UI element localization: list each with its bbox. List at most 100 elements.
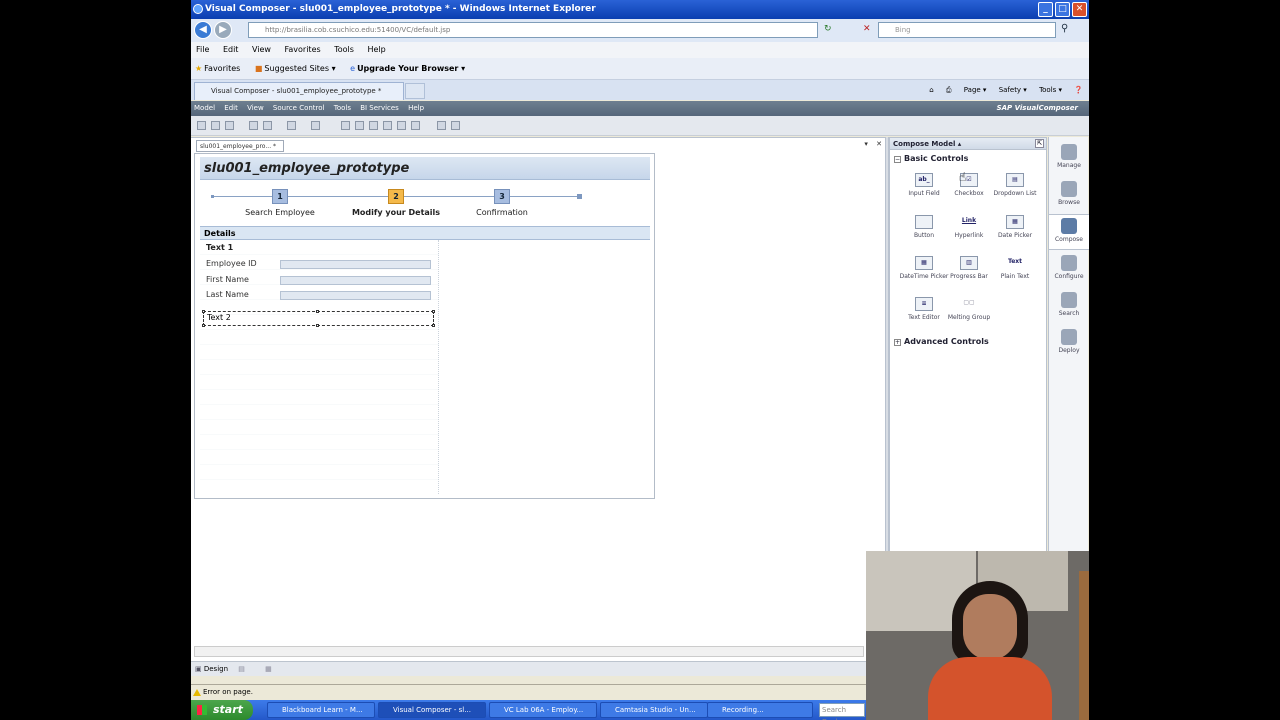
control-progress-bar[interactable]: ▥ Progress Bar: [944, 256, 994, 280]
menu-file[interactable]: File: [196, 45, 209, 54]
start-button[interactable]: start: [191, 700, 253, 720]
layout-tab-icon[interactable]: ▤: [238, 665, 245, 673]
refresh-icon[interactable]: ↻: [824, 24, 832, 34]
menu-help[interactable]: Help: [367, 45, 385, 54]
browser-tab[interactable]: Visual Composer - slu001_employee_protot…: [194, 82, 404, 100]
save-icon[interactable]: [249, 121, 258, 130]
settings-icon[interactable]: [437, 121, 446, 130]
first-name-field[interactable]: [280, 276, 431, 285]
page-menu[interactable]: Page ▾: [964, 86, 987, 94]
control-checkbox[interactable]: ☑ Checkbox: [944, 173, 994, 197]
address-input[interactable]: http://brasilia.cob.csuchico.edu:51400/V…: [248, 22, 818, 38]
control-melting-group[interactable]: ▢▢ Melting Group: [944, 297, 994, 321]
design-canvas[interactable]: slu001_employee_prototype 1 Search Emplo…: [194, 153, 655, 499]
menu-tools[interactable]: Tools: [334, 45, 354, 54]
sidebar-item-browse[interactable]: Browse: [1049, 178, 1089, 212]
save-all-icon[interactable]: [263, 121, 272, 130]
new-tab-button[interactable]: [405, 83, 425, 99]
taskbar-item-blackboard[interactable]: Blackboard Learn - M...: [267, 702, 375, 718]
details-form[interactable]: Text 1 Employee ID First Name Last Name: [200, 240, 439, 494]
sidebar-item-manage[interactable]: Manage: [1049, 141, 1089, 175]
control-datetime-picker[interactable]: ▦ DateTime Picker: [899, 256, 949, 280]
undo-icon[interactable]: [287, 121, 296, 130]
basic-controls-section[interactable]: − Basic Controls: [894, 154, 968, 163]
roadmap-step-2[interactable]: 2: [388, 189, 404, 204]
tools-menu[interactable]: Tools ▾: [1039, 86, 1062, 94]
vc-menu-bi-services[interactable]: BI Services: [360, 104, 399, 112]
roadmap-step-3[interactable]: 3: [494, 189, 510, 204]
search-icon[interactable]: ⚲: [1061, 23, 1068, 34]
suggested-sites-link[interactable]: Suggested Sites ▾: [264, 64, 335, 73]
favorites-button[interactable]: Favorites: [204, 64, 240, 73]
grid-icon[interactable]: ▦: [265, 665, 272, 673]
close-button[interactable]: ✕: [1072, 2, 1087, 17]
status-text[interactable]: Error on page.: [203, 688, 253, 696]
resize-handle[interactable]: [202, 324, 205, 327]
text1-label[interactable]: Text 1: [206, 243, 233, 252]
upgrade-browser-link[interactable]: Upgrade Your Browser ▾: [357, 64, 465, 73]
document-tab[interactable]: slu001_employee_pro... *: [196, 140, 284, 152]
align4-icon[interactable]: [397, 121, 406, 130]
vc-menu-view[interactable]: View: [247, 104, 264, 112]
roadmap-step-1[interactable]: 1: [272, 189, 288, 204]
help-icon[interactable]: ❓: [1074, 86, 1083, 94]
align3-icon[interactable]: [383, 121, 392, 130]
resize-handle[interactable]: [432, 310, 435, 313]
align-icon[interactable]: [355, 121, 364, 130]
taskbar-item-recording[interactable]: Recording...: [707, 702, 813, 718]
new-icon[interactable]: [197, 121, 206, 130]
sidebar-item-search[interactable]: Search: [1049, 289, 1089, 323]
resize-handle[interactable]: [316, 324, 319, 327]
pin-icon[interactable]: ⇱: [1035, 139, 1044, 148]
control-dropdown-list[interactable]: ▤ Dropdown List: [990, 173, 1040, 197]
roadmap[interactable]: 1 Search Employee 2 Modify your Details …: [200, 187, 650, 223]
resize-handle[interactable]: [432, 324, 435, 327]
home-icon[interactable]: ⌂: [929, 86, 933, 94]
menu-favorites[interactable]: Favorites: [285, 45, 321, 54]
stop-icon[interactable]: ✕: [863, 24, 871, 34]
horizontal-scrollbar[interactable]: [194, 646, 864, 657]
vc-menu-source-control[interactable]: Source Control: [273, 104, 325, 112]
sidebar-item-compose[interactable]: Compose: [1049, 214, 1089, 250]
desktop-search-input[interactable]: Search Desk: [819, 703, 865, 720]
layout-icon[interactable]: [341, 121, 350, 130]
sidebar-item-configure[interactable]: Configure: [1049, 252, 1089, 286]
print-icon[interactable]: ⎙: [946, 86, 952, 94]
taskbar-item-visual-composer[interactable]: Visual Composer - sl...: [378, 702, 486, 718]
expand-icon[interactable]: +: [894, 339, 901, 346]
app-title[interactable]: slu001_employee_prototype: [200, 157, 650, 180]
maximize-button[interactable]: □: [1055, 2, 1070, 17]
open-icon[interactable]: [211, 121, 220, 130]
warning-icon[interactable]: [193, 689, 201, 696]
text2-label[interactable]: Text 2: [207, 313, 231, 322]
minimize-button[interactable]: _: [1038, 2, 1053, 17]
redo-icon[interactable]: [311, 121, 320, 130]
doc-menu-icon[interactable]: ▾: [864, 140, 868, 148]
last-name-field[interactable]: [280, 291, 431, 300]
resize-handle[interactable]: [316, 310, 319, 313]
control-date-picker[interactable]: ▦ Date Picker: [990, 215, 1040, 239]
taskbar-item-vc-lab[interactable]: VC Lab 06A - Employ...: [489, 702, 597, 718]
align5-icon[interactable]: [411, 121, 420, 130]
menu-view[interactable]: View: [252, 45, 271, 54]
resize-handle[interactable]: [202, 310, 205, 313]
details-panel[interactable]: Details Text 1 Employee ID First Name La…: [200, 226, 650, 494]
menu-edit[interactable]: Edit: [223, 45, 239, 54]
vc-menu-help[interactable]: Help: [408, 104, 424, 112]
forward-icon[interactable]: ▶: [214, 21, 232, 39]
sidebar-item-deploy[interactable]: Deploy: [1049, 326, 1089, 360]
folder-icon[interactable]: [225, 121, 234, 130]
doc-close-icon[interactable]: ✕: [876, 140, 882, 148]
text2-selection[interactable]: Text 2: [202, 310, 435, 327]
design-tab[interactable]: Design: [204, 665, 228, 673]
control-plain-text[interactable]: Text Plain Text: [990, 256, 1040, 280]
control-input-field[interactable]: ab_ Input Field: [899, 173, 949, 197]
advanced-controls-section[interactable]: + Advanced Controls: [894, 337, 989, 346]
collapse-icon[interactable]: −: [894, 156, 901, 163]
control-button[interactable]: Button: [899, 215, 949, 239]
control-hyperlink[interactable]: Link Hyperlink: [944, 215, 994, 239]
vc-menu-model[interactable]: Model: [194, 104, 215, 112]
vc-menu-tools[interactable]: Tools: [334, 104, 351, 112]
deploy-tb-icon[interactable]: [451, 121, 460, 130]
taskbar-item-camtasia[interactable]: Camtasia Studio - Un...: [600, 702, 708, 718]
